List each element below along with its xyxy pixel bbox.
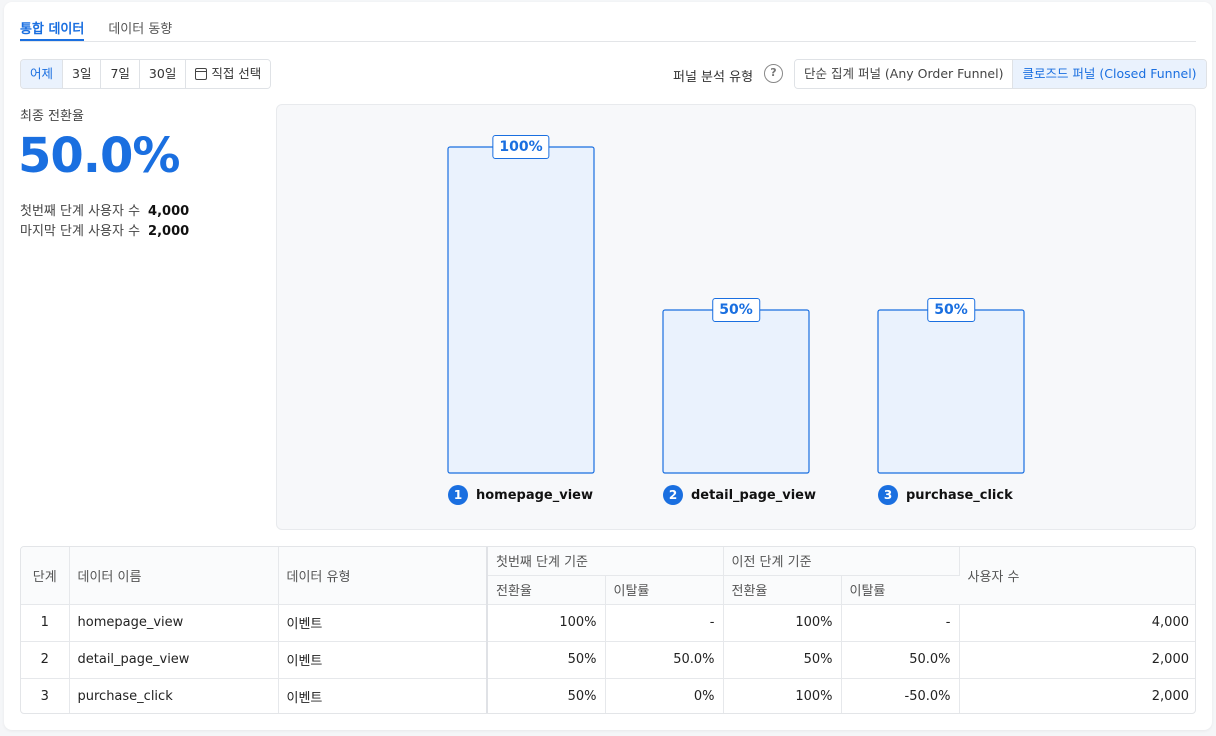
header-previous-step-basis: 이전 단계 기준 [723,547,960,576]
step-number-badge: 2 [663,485,683,505]
bar-category-label: 2 detail_page_view [663,485,816,505]
calendar-icon [195,68,208,80]
funnel-chart: 100% 1 homepage_view 50% 2 detail_page_view 50… [276,104,1196,530]
first-step-users-value: 4,000 [148,204,190,219]
bar-category-label: 3 purchase_click [878,485,1013,505]
cell-first-conversion: 50% [486,678,606,713]
bar-category-text: homepage_view [476,487,594,503]
bar-category-text: purchase_click [906,487,1013,503]
final-conversion-label: 최종 전환율 [20,109,84,124]
header-first-step-basis: 첫번째 단계 기준 [486,547,724,576]
header-first-dropoff: 이탈률 [605,575,724,605]
cell-prev-dropoff: 50.0% [841,641,960,679]
first-step-users-label: 첫번째 단계 사용자 수 [20,204,141,219]
cell-first-dropoff: - [605,604,724,642]
range-custom-button[interactable]: 직접 선택 [186,60,271,88]
table-row: 3 purchase_click 이벤트 50% 0% 100% -50.0% … [21,678,1195,713]
range-30days-button[interactable]: 30일 [139,60,187,88]
cell-data-type: 이벤트 [278,641,488,679]
range-custom-label: 직접 선택 [211,66,262,81]
cell-data-type: 이벤트 [278,678,488,713]
last-step-users: 마지막 단계 사용자 수 2,000 [20,220,189,239]
funnel-bar-detail_page_view[interactable] [662,309,810,474]
table-row: 1 homepage_view 이벤트 100% - 100% - 4,000 [21,604,1195,642]
funnel-bar-homepage_view[interactable] [447,146,595,474]
cell-data-name: detail_page_view [69,641,279,679]
last-step-users-value: 2,000 [148,224,190,239]
tab-bar: 통합 데이터 데이터 동향 [20,16,1196,42]
bar-percent-label: 50% [712,298,760,322]
funnel-data-table: 단계 데이터 이름 데이터 유형 첫번째 단계 기준 이전 단계 기준 사용자 … [21,547,1195,713]
cell-user-count: 2,000 [1151,689,1189,705]
bar-category-text: detail_page_view [691,487,816,503]
header-prev-dropoff: 이탈률 [841,575,959,605]
step-number-badge: 3 [878,485,898,505]
tab-data-trend[interactable]: 데이터 동향 [108,16,172,41]
header-user-count: 사용자 수 [959,547,1195,605]
cell-step: 2 [21,641,70,679]
cell-first-dropoff: 0% [605,678,724,713]
cell-prev-conversion: 100% [723,604,842,642]
range-7days-button[interactable]: 7일 [101,60,140,88]
cell-data-name: purchase_click [69,678,279,713]
funnel-bar-purchase_click[interactable] [877,309,1025,474]
cell-first-conversion: 100% [486,604,606,642]
header-data-name: 데이터 이름 [69,547,279,605]
cell-prev-conversion: 50% [723,641,842,679]
date-range-selector: 어제 3일 7일 30일 직접 선택 [20,59,272,89]
cell-prev-conversion: 100% [723,678,842,713]
tab-integrated-data[interactable]: 통합 데이터 [20,16,85,41]
header-first-conversion: 전환율 [486,575,606,605]
closed-funnel-button[interactable]: 클로즈드 퍼널 (Closed Funnel) [1013,60,1206,88]
step-number-badge: 1 [448,485,468,505]
last-step-users-label: 마지막 단계 사용자 수 [20,224,141,239]
bar-category-label: 1 homepage_view [448,485,593,505]
cell-user-count: 4,000 [959,604,1195,642]
help-icon[interactable]: ? [764,64,783,83]
final-conversion-value: 50.0% [18,128,181,184]
funnel-table: 단계 데이터 이름 데이터 유형 첫번째 단계 기준 이전 단계 기준 사용자 … [20,546,1196,714]
range-3days-button[interactable]: 3일 [63,60,102,88]
range-yesterday-button[interactable]: 어제 [21,60,64,88]
cell-prev-dropoff: - [841,604,960,642]
header-prev-conversion: 전환율 [723,575,842,605]
funnel-type-label: 퍼널 분석 유형 [673,70,754,85]
cell-first-dropoff: 50.0% [605,641,724,679]
cell-prev-dropoff: -50.0% [841,678,960,713]
funnel-card: 통합 데이터 데이터 동향 어제 3일 7일 30일 직접 선택 퍼널 분석 유… [4,2,1212,730]
table-row: 2 detail_page_view 이벤트 50% 50.0% 50% 50.… [21,641,1195,679]
funnel-type-selector: 단순 집계 퍼널 (Any Order Funnel) 클로즈드 퍼널 (Clo… [794,59,1207,89]
header-step: 단계 [21,547,70,605]
cell-user-count: 2,000 [959,641,1195,679]
header-data-type: 데이터 유형 [278,547,488,605]
any-order-funnel-button[interactable]: 단순 집계 퍼널 (Any Order Funnel) [795,60,1014,88]
cell-data-name: homepage_view [69,604,279,642]
bar-percent-label: 100% [492,135,550,159]
cell-data-type: 이벤트 [278,604,488,642]
bar-percent-label: 50% [927,298,975,322]
first-step-users: 첫번째 단계 사용자 수 4,000 [20,200,189,219]
cell-step: 3 [21,678,70,713]
cell-step: 1 [21,604,70,642]
cell-first-conversion: 50% [486,641,606,679]
